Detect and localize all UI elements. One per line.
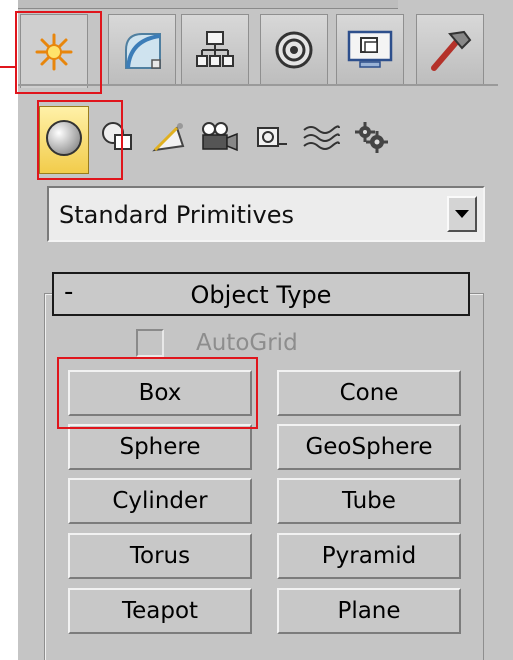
autogrid-checkbox-row[interactable]: AutoGrid [136, 327, 298, 359]
light-icon [151, 120, 187, 160]
panel-top-edge [18, 0, 398, 9]
create-sparkle-icon [34, 32, 74, 72]
category-lights-button[interactable] [144, 106, 194, 174]
object-category-dropdown[interactable]: Standard Primitives [47, 186, 485, 242]
rollout-header[interactable]: - Object Type [52, 272, 470, 316]
category-geometry-button[interactable] [39, 106, 89, 174]
tab-utilities[interactable] [416, 14, 484, 84]
space-warp-icon [301, 120, 341, 160]
camera-icon [197, 120, 241, 160]
tab-strip-base [18, 84, 498, 86]
pyramid-button[interactable]: Pyramid [277, 533, 461, 579]
cone-button[interactable]: Cone [277, 370, 461, 416]
dropdown-selected-value: Standard Primitives [59, 201, 294, 229]
category-systems-button[interactable] [346, 106, 396, 174]
hierarchy-icon [193, 28, 237, 72]
tab-modify[interactable] [108, 14, 176, 84]
autogrid-checkbox[interactable] [136, 329, 164, 357]
cylinder-button[interactable]: Cylinder [68, 478, 252, 524]
sphere-button[interactable]: Sphere [68, 424, 252, 470]
tab-display[interactable] [336, 14, 404, 84]
category-space-warps-button[interactable] [296, 106, 346, 174]
box-button[interactable]: Box [68, 370, 252, 416]
dropdown-arrow-button[interactable] [447, 196, 477, 232]
category-shapes-button[interactable] [93, 106, 143, 174]
callout-leader-line [0, 66, 16, 68]
torus-button[interactable]: Torus [68, 533, 252, 579]
plane-button[interactable]: Plane [277, 588, 461, 634]
modify-arc-icon [120, 28, 164, 72]
helper-tape-icon [253, 120, 289, 160]
utilities-hammer-icon [426, 26, 474, 74]
geosphere-button[interactable]: GeoSphere [277, 424, 461, 470]
rollout-title: Object Type [190, 281, 332, 309]
tube-button[interactable]: Tube [277, 478, 461, 524]
sphere-icon [44, 118, 84, 162]
autogrid-label: AutoGrid [196, 330, 298, 356]
tab-motion[interactable] [260, 14, 328, 84]
teapot-button[interactable]: Teapot [68, 588, 252, 634]
shapes-icon [100, 120, 136, 160]
chevron-down-icon [455, 210, 469, 218]
systems-gear-icon [351, 120, 391, 160]
tab-create[interactable] [20, 14, 88, 88]
motion-circle-icon [272, 28, 316, 72]
display-monitor-icon [346, 28, 394, 72]
category-cameras-button[interactable] [194, 106, 244, 174]
tab-hierarchy[interactable] [181, 14, 249, 84]
category-helpers-button[interactable] [246, 106, 296, 174]
